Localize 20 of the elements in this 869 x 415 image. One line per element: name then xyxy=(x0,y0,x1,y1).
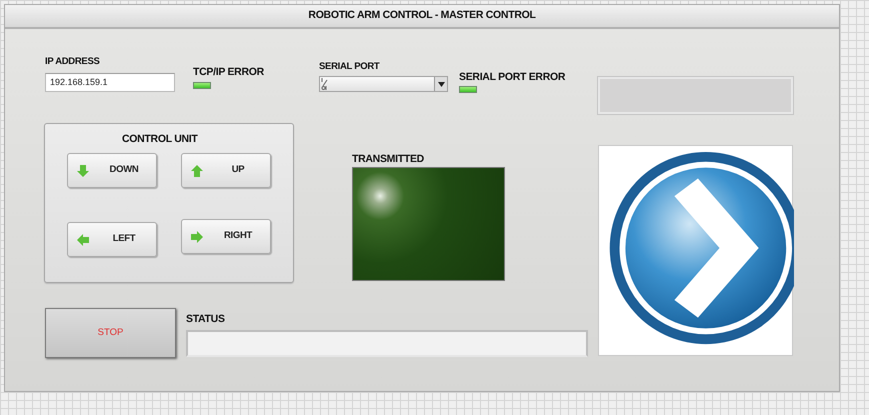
direction-button[interactable]: UP xyxy=(181,153,271,188)
indicator-label: SERIAL PORT ERROR xyxy=(459,72,566,82)
direction-button[interactable]: DOWN xyxy=(67,153,157,188)
indicator-label: TRANSMITTED xyxy=(352,154,424,164)
direction-button[interactable]: LEFT xyxy=(67,222,157,257)
io-icon xyxy=(321,77,329,91)
field-label: STATUS xyxy=(186,314,225,324)
window-title: ROBOTIC ARM CONTROL - MASTER CONTROL xyxy=(5,5,839,29)
up-arrow-icon xyxy=(190,164,204,178)
field-label: SERIAL PORT xyxy=(319,62,380,72)
left-arrow-icon xyxy=(76,232,90,246)
direction-button[interactable]: RIGHT xyxy=(181,219,271,254)
frame-title: CONTROL UNIT xyxy=(122,134,198,144)
caret-icon xyxy=(438,82,444,86)
serial-port-dropdown[interactable] xyxy=(319,76,448,92)
ip-address-field[interactable]: 192.168.159.1 xyxy=(45,73,175,92)
indicator-label: TCP/IP ERROR xyxy=(193,67,264,78)
down-arrow-icon xyxy=(76,164,90,178)
right-arrow-icon xyxy=(190,230,204,244)
field-label: IP ADDRESS xyxy=(45,57,100,66)
